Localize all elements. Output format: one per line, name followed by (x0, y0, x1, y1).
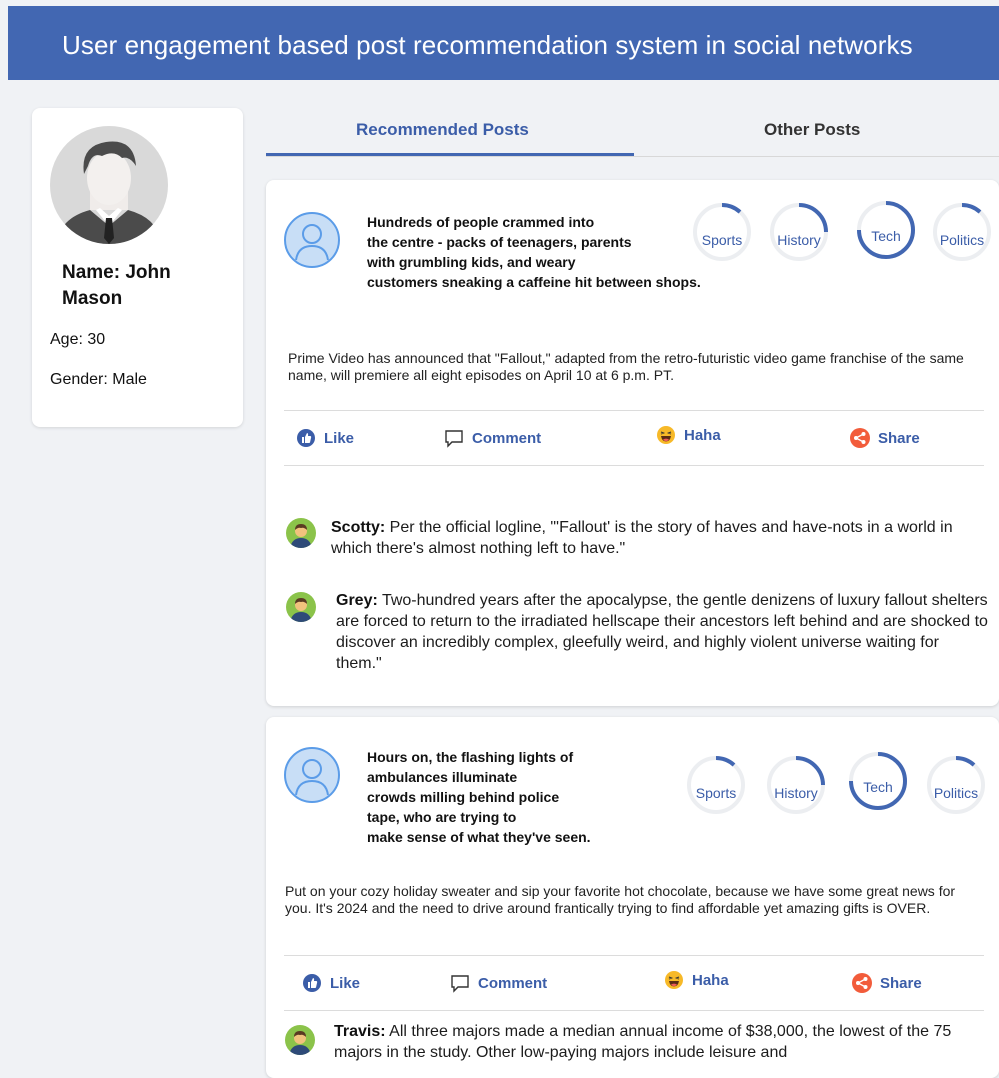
share-label: Share (880, 974, 922, 992)
category-tech[interactable]: Tech (848, 751, 908, 811)
comment-button[interactable]: Comment (444, 428, 541, 448)
comment-bubble-icon (451, 975, 469, 993)
comment-label: Comment (472, 429, 542, 447)
comment-bubble-icon (445, 430, 463, 448)
category-label: Tech (871, 228, 901, 244)
post-body: Put on your cozy holiday sweater and sip… (285, 883, 956, 916)
post-tabs: Recommended Posts Other Posts (266, 108, 999, 157)
profile-card: Name: John Mason Age: 30 Gender: Male (32, 108, 243, 427)
comment-author: Travis: (334, 1023, 386, 1040)
page-title: User engagement based post recommendatio… (62, 30, 913, 60)
share-icon (850, 428, 870, 448)
profile-age: Age: 30 (50, 331, 106, 348)
category-label: Tech (863, 779, 893, 795)
laughing-emoji-icon (665, 971, 683, 989)
like-button[interactable]: Like (296, 428, 354, 448)
haha-label: Haha (684, 426, 721, 444)
post-actions: Like Comment Haha Share (284, 955, 984, 1011)
haha-button[interactable]: Haha (664, 970, 729, 990)
comment: Scotty: Per the official logline, "'Fall… (331, 517, 991, 559)
comment-text: All three majors made a median annual in… (334, 1023, 952, 1061)
comment: Travis: All three majors made a median a… (334, 1021, 986, 1063)
post-headline: Hours on, the flashing lights of ambulan… (367, 749, 591, 845)
comment-button[interactable]: Comment (450, 973, 547, 993)
user-avatar (50, 126, 168, 244)
like-button[interactable]: Like (302, 973, 360, 993)
person-icon (290, 524, 312, 548)
haha-button[interactable]: Haha (656, 425, 721, 445)
comment-author: Scotty: (331, 519, 386, 536)
comment-text: Two-hundred years after the apocalypse, … (336, 592, 988, 672)
category-sports[interactable]: Sports (692, 202, 752, 262)
profile-gender: Gender: Male (50, 371, 147, 388)
comment: Grey: Two-hundred years after the apocal… (336, 590, 988, 674)
commenter-avatar (286, 592, 316, 622)
category-label: Sports (701, 232, 743, 248)
person-icon (295, 224, 329, 261)
category-sports[interactable]: Sports (686, 755, 746, 815)
share-button[interactable]: Share (852, 973, 922, 993)
comment-label: Comment (478, 974, 548, 992)
laughing-emoji-icon (657, 426, 675, 444)
comment-text: Per the official logline, "'Fallout' is … (331, 519, 953, 557)
post-body: Prime Video has announced that "Fallout,… (288, 350, 964, 383)
tab-recommended-posts[interactable]: Recommended Posts (356, 120, 529, 140)
share-label: Share (878, 429, 920, 447)
post-card: Hundreds of people crammed into the cent… (266, 180, 999, 706)
post-author-avatar (284, 212, 340, 268)
category-politics[interactable]: Politics (926, 755, 986, 815)
profile-name: Name: John Mason (62, 262, 171, 309)
comment-author: Grey: (336, 592, 378, 609)
category-history[interactable]: History (769, 202, 829, 262)
person-icon (290, 598, 312, 622)
haha-label: Haha (692, 971, 729, 989)
user-avatar-icon (56, 141, 162, 244)
category-label: History (777, 232, 821, 248)
post-author-avatar (284, 747, 340, 803)
like-label: Like (324, 429, 355, 447)
tab-other-posts[interactable]: Other Posts (764, 120, 860, 140)
post-headline: Hundreds of people crammed into the cent… (367, 214, 701, 290)
thumbs-up-icon (303, 974, 321, 992)
app-header: User engagement based post recommendatio… (8, 6, 999, 80)
category-label: Politics (939, 232, 985, 248)
like-label: Like (330, 974, 361, 992)
category-tech[interactable]: Tech (856, 200, 916, 260)
share-icon (852, 973, 872, 993)
commenter-avatar (286, 518, 316, 548)
category-label: Sports (695, 785, 737, 801)
post-card: Hours on, the flashing lights of ambulan… (266, 717, 999, 1078)
commenter-avatar (285, 1025, 315, 1055)
category-history[interactable]: History (766, 755, 826, 815)
category-label: History (774, 785, 818, 801)
category-label: Politics (933, 785, 979, 801)
thumbs-up-icon (297, 429, 315, 447)
person-icon (295, 759, 329, 796)
person-icon (289, 1031, 311, 1055)
post-actions: Like Comment Haha Share (284, 410, 984, 466)
share-button[interactable]: Share (850, 428, 920, 448)
active-tab-indicator (266, 153, 634, 156)
category-politics[interactable]: Politics (932, 202, 992, 262)
